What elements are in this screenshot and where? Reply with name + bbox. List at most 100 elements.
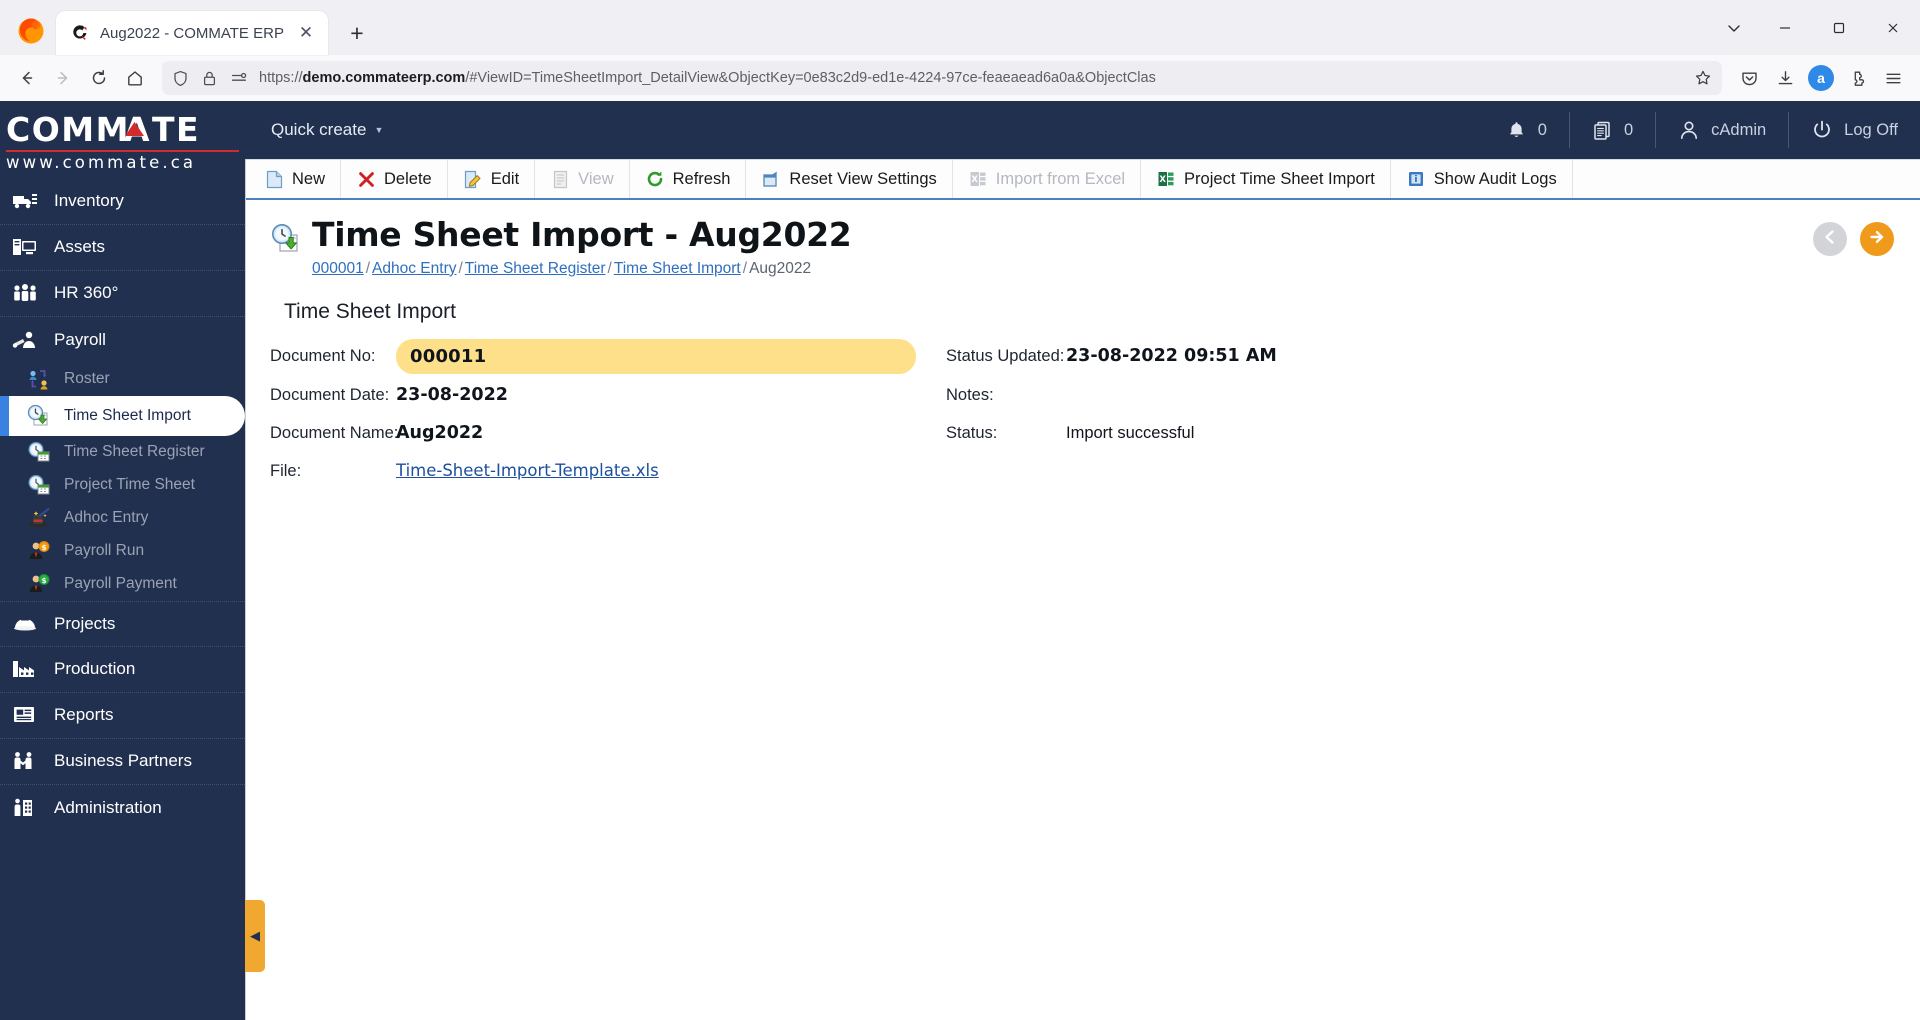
maximize-icon[interactable] xyxy=(1812,0,1866,55)
audit-log-icon: i xyxy=(1406,169,1426,189)
sidebar-item-label: Production xyxy=(54,659,136,679)
button-label: Reset View Settings xyxy=(789,169,937,188)
sidebar-item-payroll-run[interactable]: $ Payroll Run xyxy=(0,535,245,568)
documents-button[interactable]: 0 xyxy=(1568,112,1655,148)
button-label: View xyxy=(578,169,614,188)
sidebar-item-administration[interactable]: Administration xyxy=(0,785,245,831)
breadcrumb-separator: / xyxy=(742,259,748,277)
sidebar-item-project-time-sheet[interactable]: Project Time Sheet xyxy=(0,469,245,502)
site-permissions-icon[interactable] xyxy=(228,61,250,95)
account-initial: a xyxy=(1808,65,1834,91)
downloads-icon[interactable] xyxy=(1768,61,1802,95)
record-navigation xyxy=(1813,222,1894,256)
pocket-icon[interactable] xyxy=(1732,61,1766,95)
extensions-icon[interactable] xyxy=(1840,61,1874,95)
sidebar-item-time-sheet-register[interactable]: Time Sheet Register xyxy=(0,436,245,469)
next-record-button[interactable] xyxy=(1860,222,1894,256)
handshake-icon xyxy=(10,746,40,776)
minimize-icon[interactable] xyxy=(1758,0,1812,55)
sidebar-item-roster[interactable]: Roster xyxy=(0,363,245,396)
sidebar-item-assets[interactable]: Assets xyxy=(0,225,245,271)
star-icon[interactable] xyxy=(1692,61,1714,95)
sidebar-item-inventory[interactable]: Inventory xyxy=(0,179,245,225)
sidebar-item-business-partners[interactable]: Business Partners xyxy=(0,739,245,785)
back-arrow-icon[interactable] xyxy=(10,61,44,95)
button-label: Import from Excel xyxy=(995,169,1126,188)
reload-icon[interactable] xyxy=(82,61,116,95)
padlock-icon[interactable] xyxy=(199,61,219,95)
sidebar-item-payroll-payment[interactable]: $ Payroll Payment xyxy=(0,568,245,601)
sidebar-item-payroll[interactable]: Payroll xyxy=(0,317,245,363)
notifications-button[interactable]: 0 xyxy=(1484,112,1569,148)
close-icon[interactable]: ✕ xyxy=(294,21,318,45)
sidebar-item-label: Reports xyxy=(54,705,114,725)
reset-view-settings-button[interactable]: Reset View Settings xyxy=(746,160,953,198)
new-tab-button[interactable]: + xyxy=(340,16,374,50)
sidebar-item-label: Administration xyxy=(54,797,162,817)
chevron-down-icon[interactable] xyxy=(1710,0,1758,55)
svg-text:$: $ xyxy=(42,577,47,585)
detail-form: Document No: 000011 Status Updated: 23-0… xyxy=(246,337,1920,490)
hamburger-menu-icon[interactable] xyxy=(1876,61,1910,95)
refresh-button[interactable]: Refresh xyxy=(630,160,747,198)
log-off-button[interactable]: Log Off xyxy=(1788,112,1920,148)
sidebar-item-label: Inventory xyxy=(54,191,124,211)
sidebar-item-label: Time Sheet Register xyxy=(64,443,205,461)
delete-button[interactable]: Delete xyxy=(341,160,448,198)
sidebar-item-label: Payroll Payment xyxy=(64,575,177,593)
sidebar-item-reports[interactable]: Reports xyxy=(0,693,245,739)
shield-icon[interactable] xyxy=(170,61,190,95)
button-label: Edit xyxy=(490,169,520,188)
sidebar-item-production[interactable]: Production xyxy=(0,647,245,693)
clock-import-icon xyxy=(26,403,52,429)
new-button[interactable]: New xyxy=(246,160,342,198)
previous-record-button[interactable] xyxy=(1813,222,1847,256)
url-text[interactable]: https://demo.commateerp.com/#ViewID=Time… xyxy=(259,70,1683,86)
window-close-icon[interactable] xyxy=(1866,0,1920,55)
show-audit-logs-button[interactable]: i Show Audit Logs xyxy=(1391,160,1573,198)
breadcrumb-link[interactable]: Time Sheet Register xyxy=(465,260,606,277)
file-download-link[interactable]: Time-Sheet-Import-Template.xls xyxy=(396,461,659,480)
notification-count: 0 xyxy=(1537,120,1547,139)
content-wrapper: New Delete Edit View Refresh Reset View … xyxy=(245,159,1920,1020)
roster-icon xyxy=(26,366,52,392)
project-time-sheet-import-button[interactable]: X Project Time Sheet Import xyxy=(1141,160,1391,198)
sidebar-item-adhoc-entry[interactable]: Adhoc Entry xyxy=(0,502,245,535)
payroll-person-icon xyxy=(10,325,40,355)
view-button[interactable]: View xyxy=(535,160,630,198)
sidebar-item-time-sheet-import[interactable]: Time Sheet Import xyxy=(0,395,245,436)
sidebar-collapse-handle[interactable]: ◀ xyxy=(245,900,265,972)
breadcrumb-link[interactable]: Time Sheet Import xyxy=(614,260,741,277)
home-icon[interactable] xyxy=(118,61,152,95)
user-menu[interactable]: cAdmin xyxy=(1655,112,1788,148)
browser-tab[interactable]: Aug2022 - COMMATE ERP ✕ xyxy=(56,11,328,55)
breadcrumb-current: Aug2022 xyxy=(749,259,812,277)
arrow-left-icon xyxy=(1820,227,1840,252)
edit-button[interactable]: Edit xyxy=(448,160,536,198)
quick-create-menu[interactable]: Quick create ▼ xyxy=(271,120,383,140)
logo-text: COMM A TE xyxy=(6,111,239,149)
button-label: Show Audit Logs xyxy=(1433,169,1557,188)
brand-logo[interactable]: COMM A TE www.commate.ca xyxy=(0,101,245,179)
import-from-excel-button[interactable]: X Import from Excel xyxy=(953,160,1142,198)
sidebar-nav: Inventory Assets HR 360° Payroll Roster … xyxy=(0,179,245,833)
field-value-document-no-wrap: 000011 xyxy=(396,337,916,376)
sidebar-item-label: Project Time Sheet xyxy=(64,476,195,494)
report-icon xyxy=(10,700,40,730)
reset-view-icon xyxy=(761,169,781,189)
account-button[interactable]: a xyxy=(1804,61,1838,95)
delete-x-icon xyxy=(356,169,376,189)
svg-text:$: $ xyxy=(42,544,47,552)
sidebar-item-label: Time Sheet Import xyxy=(64,406,191,424)
breadcrumb-separator: / xyxy=(607,259,612,277)
field-value-document-no[interactable]: 000011 xyxy=(396,338,916,374)
power-icon xyxy=(1811,119,1833,141)
url-bar[interactable]: https://demo.commateerp.com/#ViewID=Time… xyxy=(162,61,1722,95)
sidebar-item-hr360[interactable]: HR 360° xyxy=(0,271,245,317)
page-header: Time Sheet Import - Aug2022 000001/Adhoc… xyxy=(246,217,1920,278)
breadcrumb-link[interactable]: Adhoc Entry xyxy=(372,260,456,277)
caret-down-icon: ▼ xyxy=(374,125,384,135)
breadcrumb-link[interactable]: 000001 xyxy=(312,260,364,277)
sidebar-item-projects[interactable]: Projects xyxy=(0,600,245,647)
forward-arrow-icon[interactable] xyxy=(46,61,80,95)
